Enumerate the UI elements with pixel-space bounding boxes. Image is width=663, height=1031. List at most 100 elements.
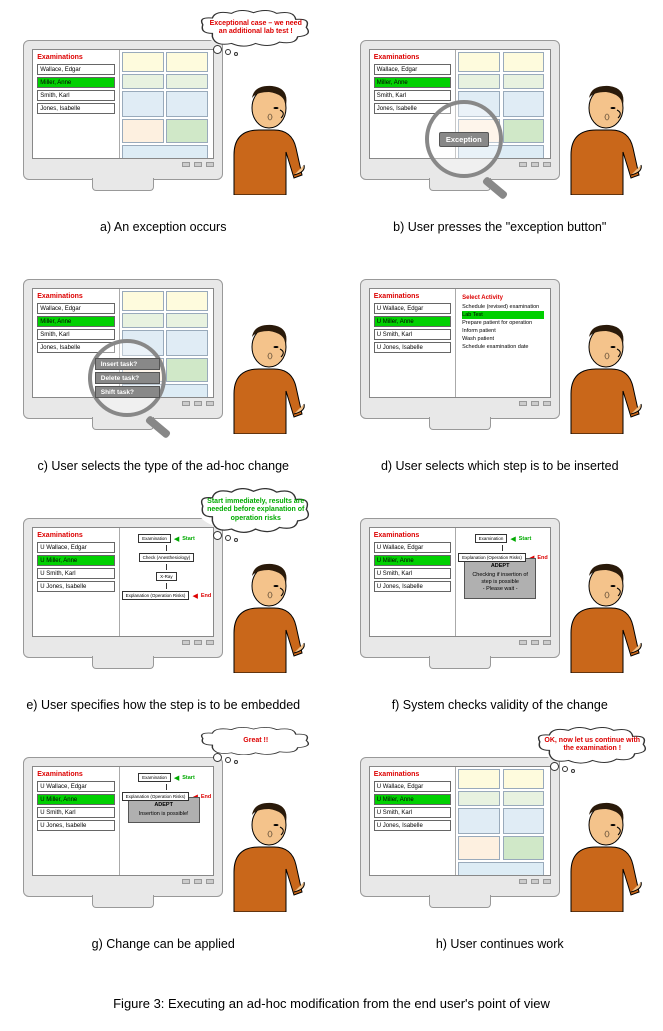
figure-caption: Figure 3: Executing an ad-hoc modificati… [15, 996, 648, 1011]
patient-row[interactable]: U Miller, Anne [374, 555, 451, 566]
exception-button[interactable]: Exception [439, 132, 489, 147]
start-label: Start [182, 536, 195, 542]
monitor-buttons [32, 162, 214, 167]
adhoc-menu-item[interactable]: Insert task? [95, 358, 160, 370]
panel-1: Examinations Wallace, Edgar Miller, Anne S… [352, 20, 649, 249]
user-figure [551, 558, 646, 673]
end-marker: ◀ [192, 592, 197, 600]
patient-row[interactable]: U Miller, Anne [37, 555, 114, 566]
patient-row[interactable]: U Miller, Anne [37, 794, 114, 805]
patient-row[interactable]: U Smith, Karl [374, 329, 451, 340]
patient-row[interactable]: U Miller, Anne [374, 316, 451, 327]
activity-item[interactable]: Wash patient [462, 335, 544, 343]
screen: Examinations U Wallace, Edgar U Miller, A… [32, 527, 214, 637]
examinations-title: Examinations [37, 532, 114, 539]
screen: Examinations U Wallace, EdgarU Miller, A… [369, 766, 551, 876]
right-pane: Select Activity Schedule (revised) exami… [456, 289, 550, 397]
patient-row[interactable]: U Wallace, Edgar [374, 781, 451, 792]
screen: Examinations U Wallace, EdgarU Miller, A… [369, 527, 551, 637]
patient-row[interactable]: Wallace, Edgar [374, 64, 451, 75]
flow-step: Examination [138, 534, 171, 543]
monitor: Examinations U Wallace, Edgar U Miller, A… [360, 279, 560, 419]
panel-0: Examinations Wallace, EdgarMiller, AnneS… [15, 20, 312, 249]
patient-row[interactable]: U Jones, Isabelle [37, 581, 114, 592]
monitor: Examinations U Wallace, Edgar U Miller, A… [23, 518, 223, 658]
activity-item[interactable]: Schedule (revised) examination [462, 303, 544, 311]
panel-caption: a) An exception occurs [100, 220, 226, 234]
patient-row[interactable]: U Jones, Isabelle [374, 581, 451, 592]
panel-6: Examinations U Wallace, Edgar U Miller, A… [15, 737, 312, 966]
patient-row[interactable]: U Smith, Karl [37, 568, 114, 579]
thought-bubble: OK, now let us continue with the examina… [535, 727, 650, 773]
patient-row[interactable]: U Jones, Isabelle [37, 820, 114, 831]
thought-bubble: Great !! [198, 727, 313, 764]
monitor-buttons [369, 401, 551, 406]
start-label: Start [182, 775, 195, 781]
start-marker: ◀ [174, 535, 179, 543]
activity-item[interactable]: Inform patient [462, 327, 544, 335]
flow-step: Explanation (Operation Risks) [458, 553, 526, 562]
patient-row[interactable]: Jones, Isabelle [37, 103, 114, 114]
adept-dialog: ADEPT Checking if insertion of step is p… [464, 558, 536, 599]
right-pane: Examination ◀ Start ADEPT Checking if in… [456, 528, 550, 636]
patient-row[interactable]: U Smith, Karl [374, 568, 451, 579]
patient-row[interactable]: U Wallace, Edgar [374, 542, 451, 553]
right-pane [456, 767, 550, 875]
panel-caption: d) User selects which step is to be inse… [381, 459, 619, 473]
monitor: Examinations U Wallace, Edgar U Miller, A… [23, 757, 223, 897]
screen: Examinations U Wallace, Edgar U Miller, A… [32, 766, 214, 876]
monitor-buttons [32, 640, 214, 645]
patient-row[interactable]: U Wallace, Edgar [374, 303, 451, 314]
panel-caption: h) User continues work [436, 937, 564, 951]
activity-item[interactable]: Lab Test [462, 311, 544, 319]
panel-caption: e) User specifies how the step is to be … [26, 698, 300, 712]
flow-step: Explanation (Operation Risks) [122, 792, 190, 801]
panel-3: Examinations U Wallace, Edgar U Miller, A… [352, 259, 649, 488]
adhoc-menu-item[interactable]: Shift task? [95, 386, 160, 398]
patient-row[interactable]: Smith, Karl [37, 329, 114, 340]
panel-caption: f) System checks validity of the change [392, 698, 608, 712]
start-marker: ◀ [174, 774, 179, 782]
right-pane: Examination ◀ Start ADEPT Insertion is p… [120, 767, 214, 875]
patient-row[interactable]: Smith, Karl [374, 90, 451, 101]
screen: Examinations Wallace, EdgarMiller, AnneS… [32, 49, 214, 159]
user-figure [214, 80, 309, 195]
examinations-title: Examinations [374, 293, 451, 300]
patient-row[interactable]: Miller, Anne [374, 77, 451, 88]
examinations-title: Examinations [374, 54, 451, 61]
monitor: Examinations U Wallace, EdgarU Miller, A… [360, 518, 560, 658]
examinations-title: Examinations [37, 771, 114, 778]
patient-row[interactable]: Miller, Anne [37, 316, 114, 327]
end-label: End [201, 593, 211, 599]
end-label: End [537, 555, 547, 561]
patient-row[interactable]: U Smith, Karl [37, 807, 114, 818]
panel-caption: c) User selects the type of the ad-hoc c… [37, 459, 289, 473]
activity-item[interactable]: Schedule examination date [462, 343, 544, 351]
patient-row[interactable]: U Miller, Anne [374, 794, 451, 805]
adhoc-menu-item[interactable]: Delete task? [95, 372, 160, 384]
patient-row[interactable]: U Smith, Karl [374, 807, 451, 818]
activity-item[interactable]: Prepare patient for operation [462, 319, 544, 327]
user-figure [214, 558, 309, 673]
monitor-buttons [369, 640, 551, 645]
panel-5: Examinations U Wallace, EdgarU Miller, A… [352, 498, 649, 727]
thought-bubble: Exceptional case – we need an additional… [198, 10, 313, 56]
patient-row[interactable]: Miller, Anne [37, 77, 114, 88]
panel-2: Examinations Wallace, EdgarMiller, AnneS… [15, 259, 312, 488]
patient-row[interactable]: U Jones, Isabelle [374, 820, 451, 831]
patient-row[interactable]: U Jones, Isabelle [374, 342, 451, 353]
patient-row[interactable]: U Wallace, Edgar [37, 781, 114, 792]
user-figure [551, 797, 646, 912]
start-marker: ◀ [510, 535, 515, 543]
patient-row[interactable]: Wallace, Edgar [37, 64, 114, 75]
patient-row[interactable]: U Wallace, Edgar [37, 542, 114, 553]
panel-7: Examinations U Wallace, EdgarU Miller, A… [352, 737, 649, 966]
flow-step: Examination [138, 773, 171, 782]
magnifier: Insert task? Delete task? Shift task? [88, 339, 166, 417]
right-pane [120, 50, 214, 158]
patient-row[interactable]: Wallace, Edgar [37, 303, 114, 314]
start-label: Start [519, 536, 532, 542]
panel-4: Examinations U Wallace, Edgar U Miller, A… [15, 498, 312, 727]
patient-row[interactable]: Smith, Karl [37, 90, 114, 101]
magnifier: Exception [425, 100, 503, 178]
